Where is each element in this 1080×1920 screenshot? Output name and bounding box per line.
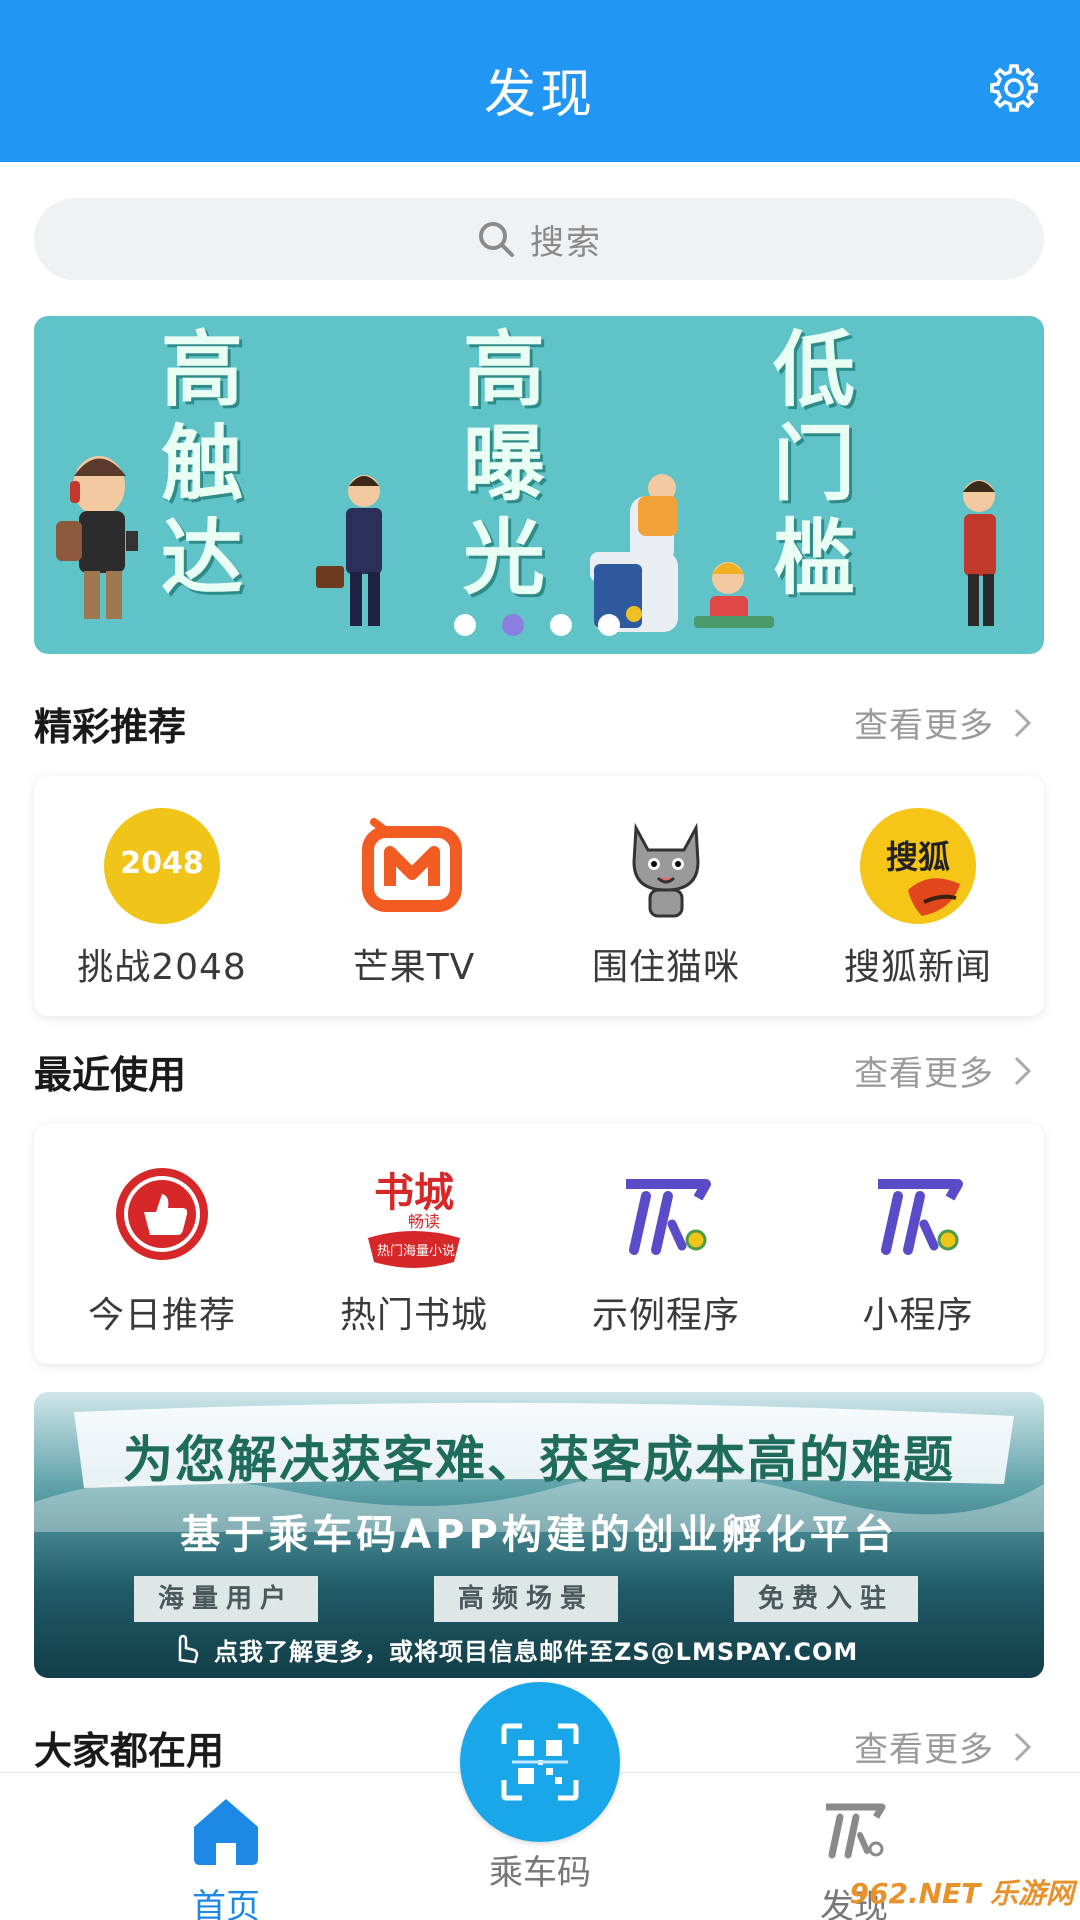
app-circle-cat[interactable]: 围住猫咪 <box>541 806 791 990</box>
promo-tag: 高频场景 <box>434 1576 619 1622</box>
cat-icon <box>606 806 726 926</box>
chevron-right-icon <box>1014 708 1032 737</box>
discover-icon <box>826 1803 886 1859</box>
chevron-right-icon <box>1014 1056 1032 1085</box>
recent-apps-card: 今日推荐 书城 畅读 热门海量小说 热门书城 示例程序 小程序 <box>34 1124 1044 1364</box>
thumbs-up-icon <box>102 1154 222 1274</box>
promo-headline: 为您解决获客难、获客成本高的难题 <box>123 1431 955 1489</box>
section-title-recent: 最近使用 <box>34 1053 187 1097</box>
icon-band-text: 热门海量小说 <box>376 1244 455 1259</box>
view-more-label: 查看更多 <box>854 1054 994 1094</box>
promo-subheadline: 基于乘车码APP构建的创业孵化平台 <box>180 1512 898 1558</box>
app-label: 热门书城 <box>339 1295 488 1336</box>
app-label: 今日推荐 <box>87 1295 236 1336</box>
view-more-everyone[interactable]: 查看更多 <box>854 1722 1034 1771</box>
hero-slogan-3: 低门槛 <box>772 323 855 606</box>
promo-footer: 点我了解更多，或将项目信息邮件至ZS@LMSPAY.COM <box>214 1638 859 1666</box>
section-title-recommended: 精彩推荐 <box>34 705 187 749</box>
mini-program-icon <box>606 1154 726 1274</box>
hero-slogan-2: 高曝光 <box>462 323 545 606</box>
app-today-recommend[interactable]: 今日推荐 <box>37 1154 287 1338</box>
person-headphones-illustration <box>56 456 138 619</box>
app-label: 搜狐新闻 <box>843 947 992 988</box>
promo-tag: 海量用户 <box>134 1576 319 1622</box>
game-2048-icon: 2048 <box>102 806 222 926</box>
view-more-label: 查看更多 <box>854 706 994 746</box>
mango-tv-icon <box>354 806 474 926</box>
carousel-dot-active[interactable] <box>502 614 524 636</box>
app-2048[interactable]: 2048 挑战2048 <box>37 806 287 990</box>
mini-program-icon <box>858 1154 978 1274</box>
search-placeholder: 搜索 <box>530 222 602 263</box>
hero-banner[interactable]: 高触达 高曝光 低门槛 <box>34 316 1044 654</box>
app-label: 芒果TV <box>352 947 476 988</box>
businessman-illustration <box>316 475 382 626</box>
search-icon <box>479 222 514 257</box>
app-book-city[interactable]: 书城 畅读 热门海量小说 热门书城 <box>289 1154 539 1338</box>
app-label: 围住猫咪 <box>591 947 740 988</box>
page-title: 发现 <box>483 65 596 125</box>
top-bar: 发现 <box>0 0 1080 162</box>
gear-icon[interactable] <box>988 62 1040 114</box>
tab-home[interactable]: 首页 <box>126 1793 326 1920</box>
icon-text: 搜狐 <box>885 838 950 876</box>
view-more-label: 查看更多 <box>854 1730 994 1770</box>
tab-ride-code[interactable]: 乘车码 <box>440 1839 640 1894</box>
thumbs-up-illustration <box>590 474 774 632</box>
app-label: 挑战2048 <box>77 947 247 988</box>
app-sohu-news[interactable]: 搜狐 搜狐新闻 <box>793 806 1043 990</box>
app-mini-program[interactable]: 小程序 <box>793 1154 1043 1338</box>
view-more-recommended[interactable]: 查看更多 <box>854 698 1034 747</box>
icon-text: 2048 <box>120 846 204 881</box>
carousel-dot[interactable] <box>454 614 476 636</box>
book-city-icon: 书城 畅读 热门海量小说 <box>354 1154 474 1274</box>
app-label: 示例程序 <box>591 1295 740 1336</box>
tab-label: 首页 <box>192 1887 260 1920</box>
promo-banner[interactable]: 为您解决获客难、获客成本高的难题 基于乘车码APP构建的创业孵化平台 海量用户 … <box>34 1392 1044 1678</box>
carousel-indicator[interactable] <box>454 614 620 636</box>
pointer-hand-icon <box>178 1634 199 1664</box>
app-mango-tv[interactable]: 芒果TV <box>289 806 539 990</box>
scan-qr-button[interactable] <box>460 1682 620 1842</box>
recommended-apps-card: 2048 挑战2048 芒果TV 围住猫咪 搜狐 搜狐新闻 <box>34 776 1044 1016</box>
qr-code-icon <box>501 1723 579 1801</box>
view-more-recent[interactable]: 查看更多 <box>854 1046 1034 1095</box>
section-title-everyone: 大家都在用 <box>34 1729 225 1773</box>
search-bar[interactable]: 搜索 <box>34 198 1044 280</box>
tab-label: 乘车码 <box>489 1853 591 1893</box>
app-label: 小程序 <box>862 1295 974 1336</box>
hero-slogan-1: 高触达 <box>160 323 243 606</box>
chevron-right-icon <box>1014 1732 1032 1761</box>
home-icon <box>194 1799 258 1865</box>
sohu-news-icon: 搜狐 <box>858 806 978 926</box>
carousel-dot[interactable] <box>550 614 572 636</box>
watermark: 962.NET 乐游网 <box>849 1877 1075 1910</box>
app-sample-program[interactable]: 示例程序 <box>541 1154 791 1338</box>
young-man-illustration <box>963 480 996 626</box>
carousel-dot[interactable] <box>598 614 620 636</box>
promo-tag: 免费入驻 <box>734 1576 919 1622</box>
